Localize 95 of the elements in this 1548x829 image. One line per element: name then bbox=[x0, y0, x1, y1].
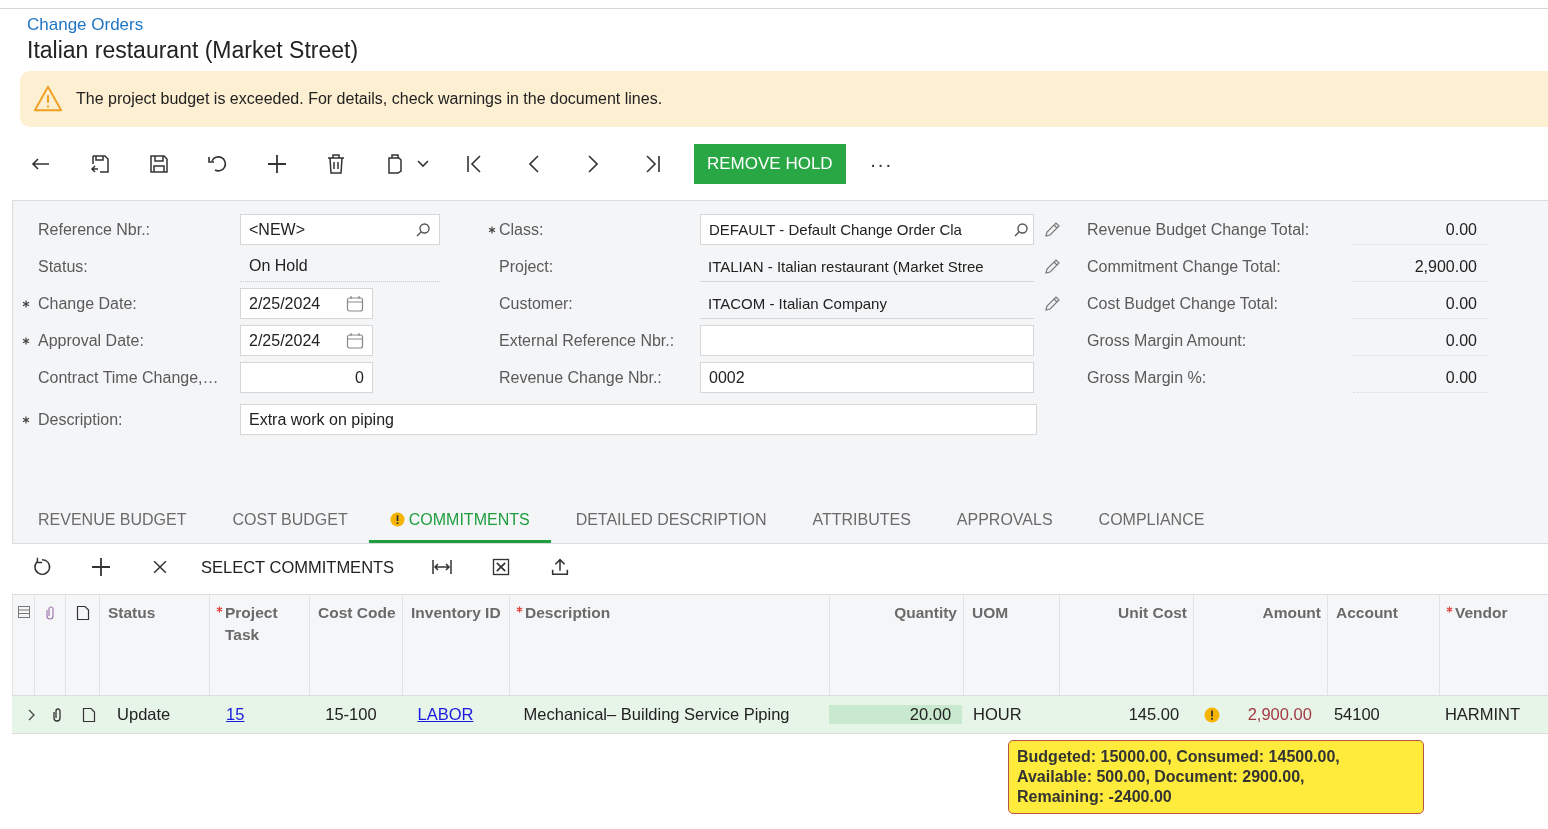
column-header[interactable]: Project Task bbox=[216, 602, 303, 646]
total-value: 0.00 bbox=[1353, 214, 1487, 245]
table-cell: Update bbox=[117, 705, 171, 724]
chevron-left-icon bbox=[528, 155, 539, 173]
cell-link[interactable]: 15 bbox=[226, 705, 245, 724]
warning-icon[interactable] bbox=[1204, 706, 1221, 723]
table-cell: 15-100 bbox=[325, 705, 377, 724]
field-label: Contract Time Change,… bbox=[37, 368, 220, 387]
search-icon bbox=[1013, 221, 1029, 238]
warning-icon bbox=[32, 84, 64, 114]
column-header[interactable]: Status bbox=[106, 602, 156, 624]
select-commitments-button[interactable]: SELECT COMMITMENTS bbox=[189, 557, 413, 577]
field-label: External Reference Nbr.: bbox=[498, 331, 676, 350]
page-title: Italian restaurant (Market Street) bbox=[27, 36, 360, 65]
selector-field[interactable]: ITALIAN - Italian restaurant (Market Stree bbox=[700, 251, 1034, 282]
field-label: Revenue Change Nbr.: bbox=[498, 368, 663, 387]
column-header[interactable]: Quantity bbox=[892, 602, 957, 624]
cell-link[interactable]: LABOR bbox=[417, 705, 474, 724]
pencil-icon[interactable] bbox=[1043, 257, 1061, 276]
tab[interactable]: DETAILED DESCRIPTION bbox=[550, 499, 788, 543]
field-label: Project: bbox=[498, 257, 555, 276]
field-label: Status: bbox=[37, 257, 89, 276]
total-label: Commitment Change Total: bbox=[1086, 257, 1282, 276]
tab[interactable]: REVENUE BUDGET bbox=[13, 499, 208, 543]
field-label: Customer: bbox=[498, 294, 574, 313]
total-value: 0.00 bbox=[1353, 288, 1487, 319]
required-icon bbox=[1446, 606, 1453, 613]
field-label: Change Date: bbox=[13, 294, 240, 313]
table-row[interactable]: Update 15 15-100 LABOR Mechanical– Building Service Piping 20.00 HOUR 145.00 2,900.00 54100 HARMINT bbox=[12, 696, 1548, 734]
required-icon bbox=[21, 299, 30, 308]
status-value: On Hold bbox=[240, 251, 440, 282]
required-icon bbox=[488, 225, 496, 234]
pencil-icon[interactable] bbox=[1043, 220, 1061, 239]
caret-icon bbox=[417, 160, 429, 168]
description-field[interactable]: Extra work on piping bbox=[240, 404, 1037, 435]
column-header[interactable]: Unit Cost bbox=[1116, 602, 1187, 624]
date-field[interactable]: 2/25/2024 bbox=[240, 288, 373, 319]
column-header[interactable]: Inventory ID bbox=[409, 602, 501, 624]
field-label: Description: bbox=[13, 410, 240, 429]
more-button[interactable]: ··· bbox=[865, 152, 897, 176]
tab[interactable]: COMPLIANCE bbox=[1073, 499, 1226, 543]
required-icon bbox=[516, 606, 523, 613]
field-label: Approval Date: bbox=[13, 331, 240, 350]
banner-message: The project budget is exceeded. For details, check warnings in the document lines. bbox=[76, 90, 663, 108]
tab[interactable]: COST BUDGET bbox=[207, 499, 369, 543]
pencil-icon[interactable] bbox=[1043, 294, 1061, 313]
search-icon bbox=[415, 221, 431, 238]
table-cell: HARMINT bbox=[1444, 705, 1521, 724]
total-value: 0.00 bbox=[1353, 362, 1487, 393]
column-header[interactable]: Account bbox=[1334, 602, 1398, 624]
text-field[interactable]: 0002 bbox=[700, 362, 1034, 393]
table-cell: 2,900.00 bbox=[1247, 705, 1312, 724]
total-value: 2,900.00 bbox=[1353, 251, 1487, 282]
column-header[interactable]: Vendor bbox=[1446, 602, 1508, 624]
table-cell: HOUR bbox=[973, 705, 1022, 724]
calendar-icon bbox=[346, 294, 364, 313]
calendar-icon bbox=[346, 331, 364, 350]
paperclip-icon[interactable] bbox=[51, 706, 64, 723]
required-icon bbox=[21, 415, 30, 424]
grid-settings-icon[interactable] bbox=[16, 605, 31, 619]
total-label: Cost Budget Change Total: bbox=[1086, 294, 1279, 313]
required-icon bbox=[21, 336, 30, 345]
spreadsheet-icon bbox=[490, 557, 511, 577]
number-field[interactable]: 0 bbox=[240, 362, 373, 393]
chevron-right-icon bbox=[587, 155, 598, 173]
paperclip-icon bbox=[44, 605, 56, 621]
total-label: Gross Margin %: bbox=[1086, 368, 1208, 387]
class-field[interactable]: DEFAULT - Default Change Order Cla bbox=[700, 214, 1034, 245]
field-label: Class: bbox=[485, 220, 700, 239]
selector-field[interactable]: ITACOM - Italian Company bbox=[700, 288, 1034, 319]
date-field[interactable]: 2/25/2024 bbox=[240, 325, 373, 356]
table-cell: Mechanical– Building Service Piping bbox=[523, 705, 790, 724]
note-icon bbox=[75, 605, 90, 621]
total-value: 0.00 bbox=[1353, 325, 1487, 356]
column-header[interactable]: UOM bbox=[970, 602, 1009, 624]
active-cell[interactable]: 20.00 bbox=[829, 705, 963, 724]
total-label: Revenue Budget Change Total: bbox=[1086, 220, 1311, 239]
column-header[interactable]: Amount bbox=[1260, 602, 1321, 624]
remove-hold-button[interactable]: REMOVE HOLD bbox=[694, 144, 846, 184]
note-icon[interactable] bbox=[82, 706, 97, 723]
warning-icon bbox=[389, 512, 405, 527]
reference-field[interactable]: <NEW> bbox=[240, 214, 440, 245]
breadcrumb-link[interactable]: Change Orders bbox=[27, 14, 1548, 35]
table-cell: 145.00 bbox=[1128, 705, 1180, 724]
column-header[interactable]: Cost Code bbox=[316, 602, 396, 624]
total-label: Gross Margin Amount: bbox=[1086, 331, 1248, 350]
tab[interactable]: COMMITMENTS bbox=[368, 499, 551, 543]
field-label: Reference Nbr.: bbox=[37, 220, 152, 239]
text-field[interactable] bbox=[700, 325, 1034, 356]
table-cell: 54100 bbox=[1333, 705, 1380, 724]
tab[interactable]: APPROVALS bbox=[931, 499, 1074, 543]
budget-tooltip: Budgeted: 15000.00, Consumed: 14500.00, Available: 500.00, Document: 2900.00, Remaining: -2400.00 bbox=[1008, 740, 1424, 814]
tab[interactable]: ATTRIBUTES bbox=[787, 499, 932, 543]
column-header[interactable]: Description bbox=[516, 602, 611, 624]
required-icon bbox=[216, 606, 223, 613]
